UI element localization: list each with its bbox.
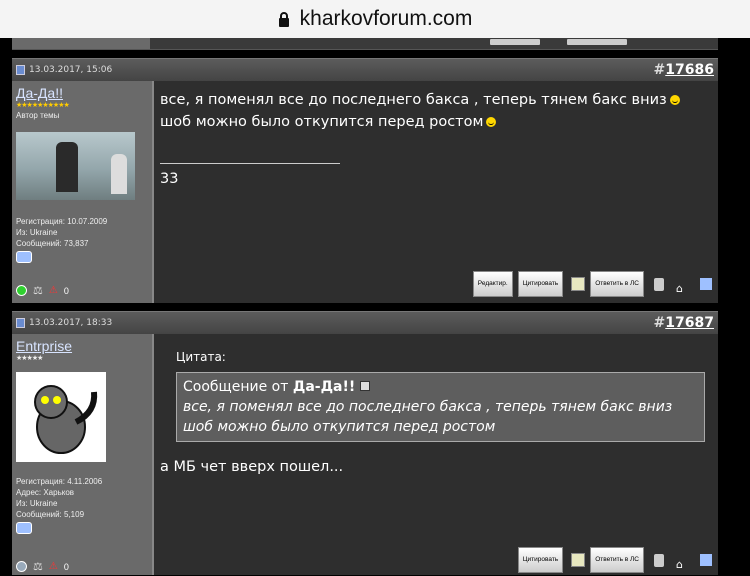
user-location: Из: Ukraine (16, 499, 58, 508)
lock-icon (278, 12, 290, 27)
multiquote-icon[interactable] (571, 553, 586, 567)
post-header: 13.03.2017, 18:33 #17687 (12, 311, 718, 334)
share-icon[interactable] (700, 554, 712, 566)
quote-from-prefix: Сообщение от (183, 379, 289, 395)
user-address: Адрес: Харьков (16, 488, 75, 497)
reputation-icon[interactable]: ⚖ (33, 284, 43, 297)
reputation-icon[interactable]: ⚖ (33, 560, 43, 573)
post-icon (16, 65, 25, 75)
post-content: все, я поменял все до последнего бакса ,… (154, 81, 718, 303)
share-icon[interactable] (700, 278, 712, 290)
user-info-icon[interactable] (16, 522, 32, 534)
post-text-line: все, я поменял все до последнего бакса ,… (160, 92, 667, 108)
reply-pm-button[interactable]: Ответить в ЛС (590, 547, 644, 573)
online-status-icon (16, 561, 27, 572)
user-registration: Регистрация: 4.11.2006 (16, 477, 103, 486)
quote-box: Сообщение от Да-Да!! все, я поменял все … (176, 372, 705, 442)
report-icon[interactable]: ⚠ (49, 285, 58, 296)
quote-author: Да-Да!! (292, 379, 356, 395)
smile-icon (669, 95, 680, 105)
avatar[interactable] (16, 132, 135, 200)
post-icon (16, 318, 25, 328)
user-rank-stars: ★★★★★ (16, 355, 43, 362)
post-number-link[interactable]: 17686 (665, 62, 714, 78)
username-link[interactable]: Entrprise (16, 338, 152, 354)
username-link[interactable]: Да-Да!! (16, 85, 152, 101)
previous-post-fragment (12, 38, 718, 50)
home-icon[interactable]: ⌂ (676, 278, 688, 295)
post-content: Цитата: Сообщение от Да-Да!! все, я поме… (154, 334, 718, 575)
trash-icon[interactable] (654, 277, 664, 291)
report-icon[interactable]: ⚠ (49, 561, 58, 572)
post-number-hash: # (653, 315, 666, 331)
trash-icon[interactable] (654, 553, 664, 567)
online-status-icon (16, 285, 27, 296)
quote-text: все, я поменял все до последнего бакса ,… (183, 399, 673, 435)
user-info-icon[interactable] (16, 251, 32, 263)
url-text: kharkovforum.com (299, 7, 473, 30)
user-sidebar: Entrprise ★★★★★ Регистрация: 4.11.2006 А… (12, 334, 154, 575)
edit-button[interactable]: Редактир. (472, 271, 513, 297)
quote-label: Цитата: (176, 350, 226, 364)
post-header: 13.03.2017, 15:06 #17686 (12, 58, 718, 81)
user-post-count: Сообщений: 5,109 (16, 510, 85, 519)
post-text-line: шоб можно было откупится перед ростом (160, 114, 484, 130)
post-number-link[interactable]: 17687 (665, 315, 714, 331)
post-text: а МБ чет вверх пошел... (160, 459, 344, 475)
reputation-count: 0 (63, 285, 69, 296)
user-sidebar: Да-Да!! ★★★★★★★★★★ Автор темы Регистраци… (12, 81, 154, 303)
multiquote-icon[interactable] (571, 277, 586, 291)
signature-text: 33 (160, 171, 179, 187)
quote-button[interactable]: Цитировать (517, 547, 564, 573)
browser-url-bar[interactable]: kharkovforum.com (0, 0, 750, 38)
signature: 33 (160, 163, 712, 190)
smile-icon (486, 117, 497, 127)
home-icon[interactable]: ⌂ (676, 554, 688, 571)
quote-button[interactable]: Цитировать (517, 271, 564, 297)
avatar[interactable] (16, 372, 106, 462)
reputation-count: 0 (63, 561, 69, 572)
user-location: Из: Ukraine (16, 228, 58, 237)
reply-pm-button[interactable]: Ответить в ЛС (590, 271, 644, 297)
post-number-hash: # (653, 62, 666, 78)
view-post-icon[interactable] (359, 381, 370, 391)
post-17687: 13.03.2017, 18:33 #17687 Entrprise ★★★★★… (12, 311, 718, 575)
user-post-count: Сообщений: 73,837 (16, 239, 89, 248)
user-rank-stars: ★★★★★★★★★★ (16, 102, 70, 109)
post-date: 13.03.2017, 15:06 (29, 65, 113, 75)
post-17686: 13.03.2017, 15:06 #17686 Да-Да!! ★★★★★★★… (12, 58, 718, 303)
post-date: 13.03.2017, 18:33 (29, 318, 113, 328)
user-role: Автор темы (16, 111, 60, 120)
user-registration: Регистрация: 10.07.2009 (16, 217, 108, 226)
